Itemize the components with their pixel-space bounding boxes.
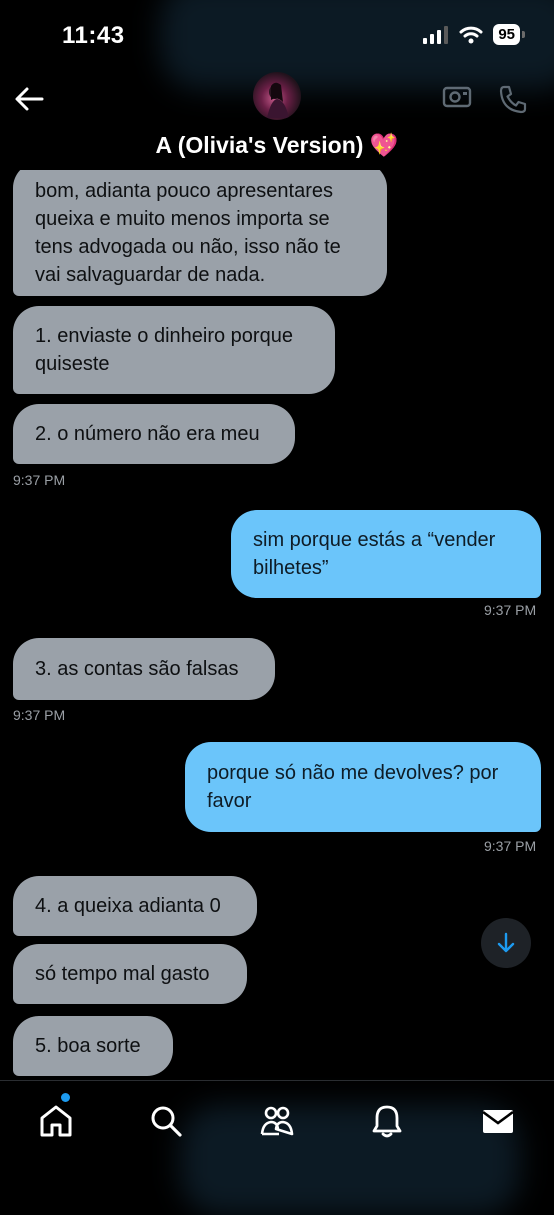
messages-icon[interactable]: [480, 1103, 516, 1139]
message-text: só tempo mal gasto: [35, 963, 210, 985]
status-bar: 11:43 95: [0, 0, 554, 70]
message-text: porque só não me devolves? por favor: [207, 762, 499, 812]
message-bubble-received[interactable]: 2. o número não era meu: [13, 404, 295, 464]
message-timestamp: 9:37 PM: [484, 838, 537, 854]
communities-icon[interactable]: [259, 1103, 295, 1139]
arrow-down-icon: [497, 932, 515, 953]
message-timestamp: 9:37 PM: [484, 602, 537, 618]
message-text: 3. as contas são falsas: [35, 658, 239, 680]
bottom-navigation: [0, 1080, 554, 1201]
message-text: 4. a queixa adianta 0: [35, 895, 221, 917]
conversation-title[interactable]: A (Olivia's Version) 💖: [0, 132, 554, 159]
message-timestamp: 9:37 PM: [13, 472, 66, 488]
phone-icon[interactable]: [498, 84, 528, 114]
battery-level: 95: [498, 26, 515, 43]
message-bubble-received[interactable]: 5. boa sorte: [13, 1016, 173, 1076]
home-icon[interactable]: [38, 1103, 74, 1139]
scroll-to-bottom-button[interactable]: [481, 918, 531, 968]
message-bubble-received[interactable]: bom, adianta pouco apresentares queixa e…: [13, 170, 387, 296]
status-icons: 95: [423, 24, 525, 45]
back-arrow-icon[interactable]: [12, 84, 46, 114]
search-icon[interactable]: [148, 1103, 184, 1139]
message-timestamp: 9:37 PM: [13, 707, 66, 723]
message-text: bom, adianta pouco apresentares queixa e…: [35, 180, 341, 286]
message-text: 2. o número não era meu: [35, 423, 260, 445]
message-bubble-sent[interactable]: porque só não me devolves? por favor: [185, 742, 541, 832]
status-time: 11:43: [62, 22, 125, 49]
message-thread[interactable]: bom, adianta pouco apresentares queixa e…: [0, 170, 554, 1080]
message-text: 1. enviaste o dinheiro porque quiseste: [35, 325, 293, 375]
conversation-header: A (Olivia's Version) 💖: [0, 68, 554, 168]
message-bubble-received[interactable]: 4. a queixa adianta 0: [13, 876, 257, 936]
home-notification-dot: [61, 1093, 70, 1102]
message-bubble-received[interactable]: só tempo mal gasto: [13, 944, 247, 1004]
signal-icon: [423, 25, 449, 44]
message-text: 5. boa sorte: [35, 1035, 141, 1057]
message-bubble-received[interactable]: 1. enviaste o dinheiro porque quiseste: [13, 306, 335, 394]
message-bubble-received[interactable]: 3. as contas são falsas: [13, 638, 275, 700]
message-bubble-sent[interactable]: sim porque estás a “vender bilhetes”: [231, 510, 541, 598]
video-call-icon[interactable]: [442, 84, 472, 110]
avatar[interactable]: [253, 72, 301, 120]
notifications-icon[interactable]: [369, 1103, 405, 1139]
battery-icon: 95: [493, 24, 525, 45]
message-text: sim porque estás a “vender bilhetes”: [253, 529, 496, 579]
wifi-icon: [459, 26, 483, 43]
